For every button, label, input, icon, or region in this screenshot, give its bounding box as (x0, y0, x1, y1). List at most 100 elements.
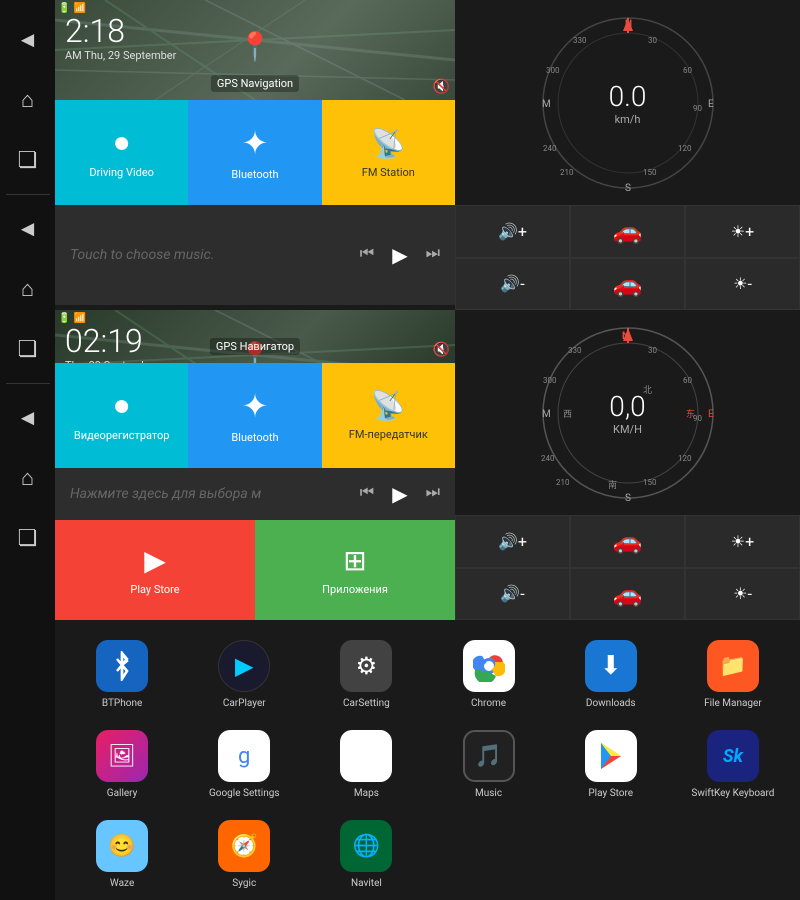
dashcam-tile[interactable]: ⏺ Видеорегистратор (55, 363, 188, 468)
filemanager-label: File Manager (704, 698, 762, 710)
app-item-downloads[interactable]: ⬇ Downloads (554, 635, 668, 715)
vol-up-btn-1[interactable]: 🔊+ (455, 205, 570, 258)
app-item-btphone[interactable]: BTPhone (65, 635, 179, 715)
radio-icon: 📡 (371, 127, 406, 160)
brightness-down-btn-2[interactable]: ☀- (685, 568, 800, 621)
app-item-waze[interactable]: 😊 Waze (65, 815, 179, 895)
panel-1-right: N E S M 30 60 90 120 150 330 300 240 210 (455, 0, 800, 310)
control-grid-1: 🔊+ 🚗 ☀+ 🔊- 🚗 ☀- (455, 205, 800, 310)
chrome-label: Chrome (471, 698, 506, 710)
app-grid-row-1: BTPhone ▶ CarPlayer ⚙ CarSetting (65, 635, 790, 715)
svg-text:M: M (542, 99, 551, 110)
sidebar-recents-btn-3[interactable]: ❏ (0, 508, 55, 568)
gallery-label: Gallery (107, 788, 138, 800)
svg-text:60: 60 (683, 66, 692, 75)
bluetooth-label-1: Bluetooth (231, 168, 278, 181)
svg-text:120: 120 (678, 144, 692, 153)
googlesettings-label: Google Settings (209, 788, 280, 800)
car-icon-btn-3[interactable]: 🚗 (570, 515, 685, 568)
next-btn-2[interactable]: ⏭ (426, 482, 440, 506)
bluetooth-label-2: Bluetooth (231, 431, 278, 444)
app-item-carplayer[interactable]: ▶ CarPlayer (187, 635, 301, 715)
speed-value-2: 0,0 (609, 390, 645, 423)
car-icon-btn-2[interactable]: 🚗 (570, 258, 685, 311)
app-item-sygic[interactable]: 🧭 Sygic (187, 815, 301, 895)
svg-text:S: S (625, 493, 631, 503)
sidebar-recents-btn-2[interactable]: ❏ (0, 319, 55, 379)
app-item-playstore[interactable]: Play Store (554, 725, 668, 805)
playstore-icon (585, 730, 637, 782)
speed-unit-2: KM/H (609, 423, 645, 436)
panel-2-right: N E S M 北 东 南 西 30 60 90 120 150 (455, 310, 800, 620)
speedometer-2: N E S M 北 东 南 西 30 60 90 120 150 (455, 310, 800, 515)
prev-btn-2[interactable]: ⏮ (360, 482, 374, 506)
vol-down-btn-2[interactable]: 🔊- (455, 568, 570, 621)
play-store-tile-2[interactable]: ▶ Play Store (55, 520, 255, 620)
clock-1: 2:18 AM Thu, 29 September (65, 15, 176, 62)
app-grid-row-2: 🖼 Gallery g Google Settings 🗺 Maps (65, 725, 790, 805)
sidebar-divider-1 (6, 194, 50, 195)
sidebar-back-btn-1[interactable]: ◄ (0, 10, 55, 70)
play-btn-1[interactable]: ▶ (392, 243, 407, 267)
svg-text:90: 90 (693, 414, 702, 423)
apps-icon-2: ⊞ (343, 544, 366, 577)
carsetting-icon: ⚙ (340, 640, 392, 692)
car-icon-btn-4[interactable]: 🚗 (570, 568, 685, 621)
svg-text:西: 西 (563, 409, 572, 420)
control-grid-2: 🔊+ 🚗 ☀+ 🔊- 🚗 ☀- (455, 515, 800, 620)
sidebar-back-btn-2[interactable]: ◄ (0, 199, 55, 259)
bluetooth-tile-2[interactable]: ✦ Bluetooth (188, 363, 321, 468)
gps-pin-icon-1: 📍 (238, 30, 273, 63)
app-tiles-row-2: ⏺ Видеорегистратор ✦ Bluetooth 📡 FM-пере… (55, 363, 455, 468)
map-background-1: 🔋📶 2:18 AM Thu, 29 September 📍 GPS Navig… (55, 0, 455, 100)
play-btn-2[interactable]: ▶ (392, 482, 407, 506)
camera-icon-2: ⏺ (115, 389, 129, 423)
sidebar-recents-btn-1[interactable]: ❏ (0, 130, 55, 190)
sidebar: ◄ ⌂ ❏ ◄ ⌂ ❏ ◄ ⌂ ❏ (0, 0, 55, 900)
fm-transmitter-tile[interactable]: 📡 FM-передатчик (322, 363, 455, 468)
gps-map-2: 🔋📶 02:19 Thu, 29 September 📍 GPS Навигат… (55, 310, 455, 363)
app-item-swiftkey[interactable]: Sk SwiftKey Keyboard (676, 725, 790, 805)
svg-text:240: 240 (543, 144, 557, 153)
btphone-label: BTPhone (102, 698, 142, 710)
svg-text:30: 30 (648, 36, 657, 45)
app-item-carsetting[interactable]: ⚙ CarSetting (309, 635, 423, 715)
prev-btn-1[interactable]: ⏮ (360, 243, 374, 267)
car-icon-btn-1[interactable]: 🚗 (570, 205, 685, 258)
bluetooth-tile-1[interactable]: ✦ Bluetooth (188, 100, 321, 205)
brightness-down-btn-1[interactable]: ☀- (685, 258, 800, 311)
app-grid-row-3: 😊 Waze 🧭 Sygic 🌐 Navitel (65, 815, 790, 895)
fm-station-tile[interactable]: 📡 FM Station (322, 100, 455, 205)
sidebar-home-btn-1[interactable]: ⌂ (0, 70, 55, 130)
app-item-filemanager[interactable]: 📁 File Manager (676, 635, 790, 715)
svg-text:E: E (708, 409, 714, 420)
top-section: 🔋📶 2:18 AM Thu, 29 September 📍 GPS Navig… (55, 0, 800, 310)
speedometer-1: N E S M 30 60 90 120 150 330 300 240 210 (455, 0, 800, 205)
music-icon: 🎵 (463, 730, 515, 782)
btphone-icon (96, 640, 148, 692)
svg-text:240: 240 (541, 454, 555, 463)
radio-icon-2: 📡 (371, 389, 406, 422)
vol-down-btn-1[interactable]: 🔊- (455, 258, 570, 311)
vol-up-btn-2[interactable]: 🔊+ (455, 515, 570, 568)
app-item-gallery[interactable]: 🖼 Gallery (65, 725, 179, 805)
app-item-googlesettings[interactable]: g Google Settings (187, 725, 301, 805)
gps-map-1: 🔋📶 2:18 AM Thu, 29 September 📍 GPS Navig… (55, 0, 455, 100)
brightness-up-btn-1[interactable]: ☀+ (685, 205, 800, 258)
sidebar-home-btn-2[interactable]: ⌂ (0, 259, 55, 319)
sidebar-home-btn-3[interactable]: ⌂ (0, 448, 55, 508)
sidebar-back-btn-3[interactable]: ◄ (0, 388, 55, 448)
brightness-up-btn-2[interactable]: ☀+ (685, 515, 800, 568)
svg-text:90: 90 (693, 104, 702, 113)
app-item-navitel[interactable]: 🌐 Navitel (309, 815, 423, 895)
svg-text:E: E (708, 99, 714, 110)
apps-tile-2[interactable]: ⊞ Приложения (255, 520, 455, 620)
next-btn-1[interactable]: ⏭ (426, 243, 440, 267)
svg-text:南: 南 (608, 479, 617, 491)
driving-video-tile[interactable]: ⏺ Driving Video (55, 100, 188, 205)
app-item-maps[interactable]: 🗺 Maps (309, 725, 423, 805)
sygic-label: Sygic (232, 878, 256, 890)
app-item-music[interactable]: 🎵 Music (431, 725, 545, 805)
app-item-chrome[interactable]: Chrome (431, 635, 545, 715)
gallery-icon: 🖼 (96, 730, 148, 782)
